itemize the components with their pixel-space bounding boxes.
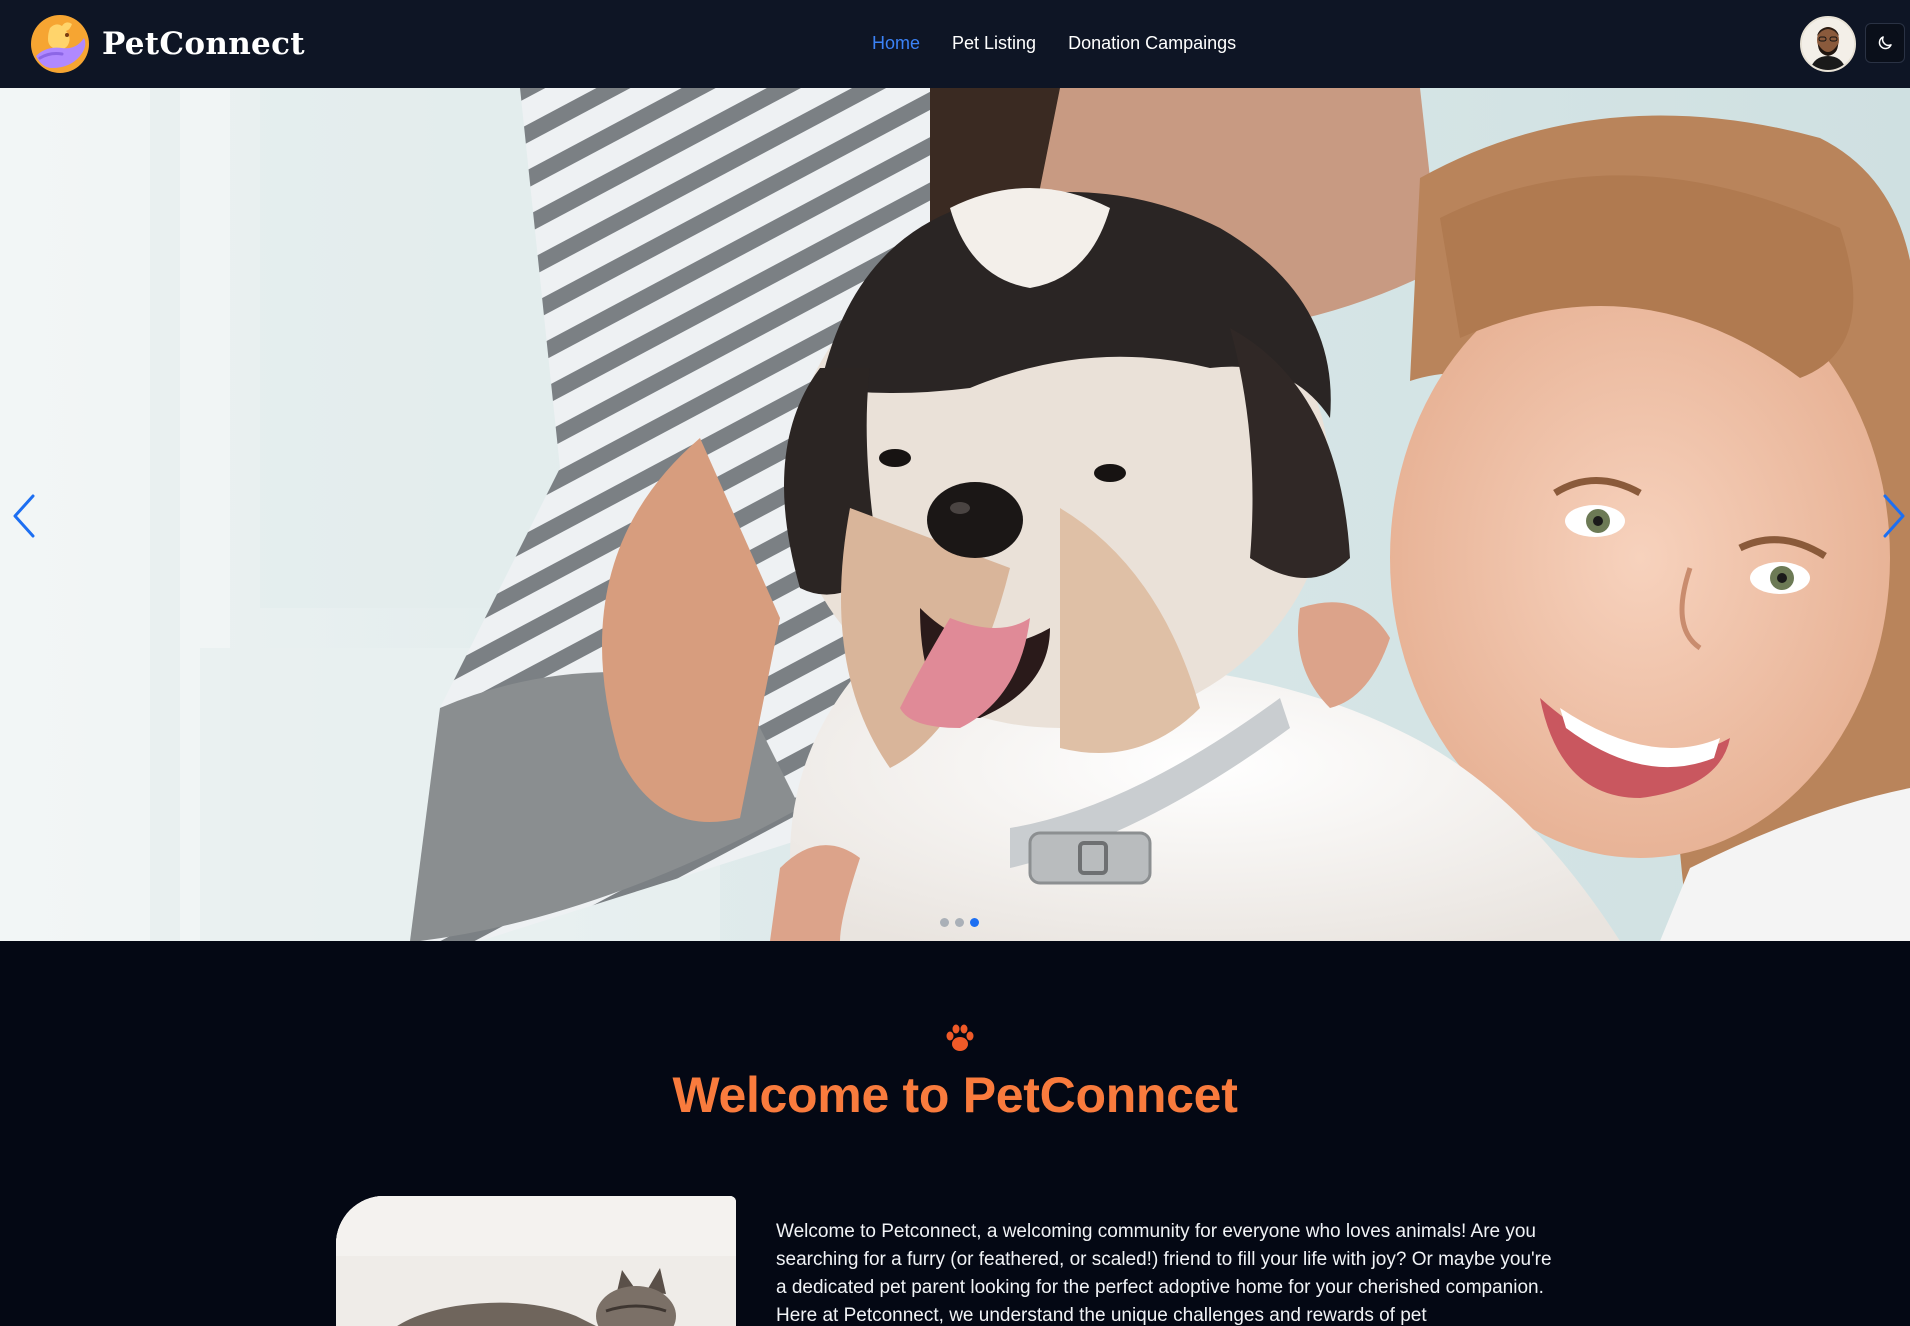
nav-home[interactable]: Home [872,30,920,56]
cat-image [336,1196,736,1326]
user-avatar[interactable] [1800,16,1856,72]
carousel-pagination [940,918,979,927]
nav-donation-campaigns[interactable]: Donation Campaings [1068,30,1236,56]
hero-carousel [0,88,1910,941]
moon-icon [1878,36,1892,50]
theme-toggle-button[interactable] [1865,23,1905,63]
brand-name: PetConnect [102,26,305,62]
chevron-right-icon [1883,494,1905,538]
top-navbar: PetConnect Home Pet Listing Donation Cam… [0,0,1910,88]
paw-icon [946,1024,974,1051]
carousel-dot-active[interactable] [970,918,979,927]
carousel-prev-button[interactable] [4,490,44,542]
hero-slide-image [0,88,1910,941]
brand[interactable]: PetConnect [30,14,305,74]
welcome-description: Welcome to Petconnect, a welcoming commu… [776,1221,1552,1326]
carousel-next-button[interactable] [1874,490,1910,542]
carousel-dot[interactable] [940,918,949,927]
nav-pet-listing[interactable]: Pet Listing [952,30,1036,56]
pet-hand-logo-icon [31,15,89,73]
carousel-dot[interactable] [955,918,964,927]
user-avatar-icon [1802,18,1854,70]
welcome-title: Welcome to PetConncet [672,1067,1238,1123]
main-nav: Home Pet Listing Donation Campaings [872,30,1268,56]
cat-photo [336,1196,736,1326]
chevron-left-icon [13,494,35,538]
